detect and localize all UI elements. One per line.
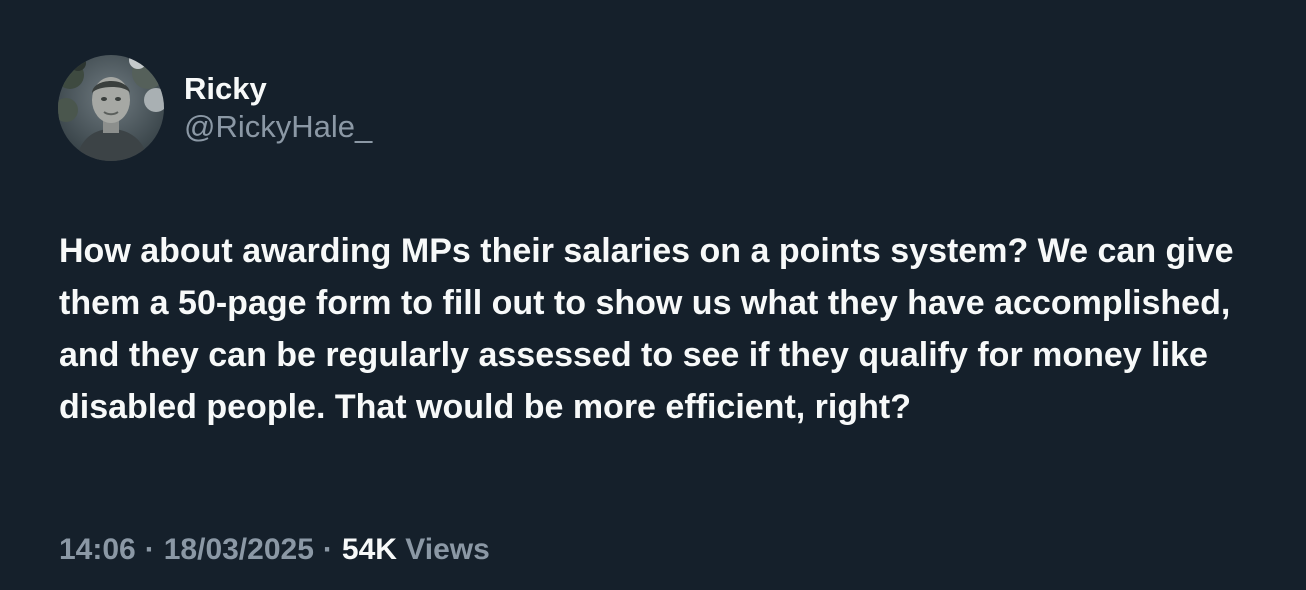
views-label: Views: [405, 533, 490, 566]
tweet-header: Ricky @RickyHale_: [58, 55, 372, 161]
author-handle[interactable]: @RickyHale_: [184, 108, 372, 146]
views-count: 54K: [341, 533, 397, 566]
author-display-name[interactable]: Ricky: [184, 70, 372, 108]
meta-separator: ·: [322, 533, 333, 566]
meta-separator: ·: [144, 533, 155, 566]
tweet-meta: 14:06 · 18/03/2025 · 54K Views: [59, 530, 490, 570]
tweet-time[interactable]: 14:06: [59, 533, 136, 566]
tweet-date[interactable]: 18/03/2025: [164, 533, 314, 566]
author-names[interactable]: Ricky @RickyHale_: [184, 70, 372, 146]
tweet-text: How about awarding MPs their salaries on…: [59, 232, 1234, 426]
avatar[interactable]: [58, 55, 164, 161]
tweet-card: Ricky @RickyHale_ How about awarding MPs…: [0, 0, 1306, 590]
avatar-image: [58, 55, 164, 161]
